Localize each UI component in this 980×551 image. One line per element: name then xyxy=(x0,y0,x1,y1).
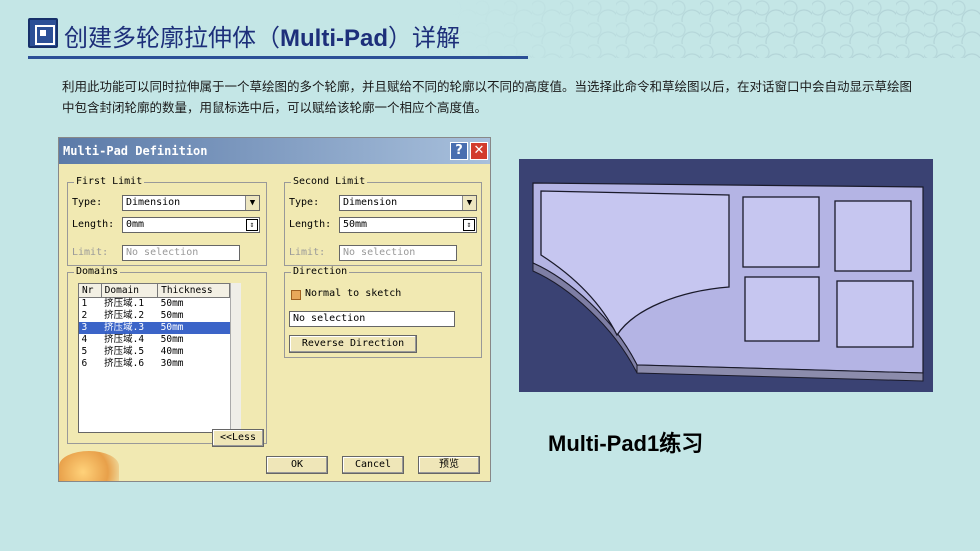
domain-domain-cell: 挤压域.6 xyxy=(104,358,145,369)
second-type-label: Type: xyxy=(289,197,320,208)
dialog-titlebar[interactable]: Multi-Pad Definition ? ✕ xyxy=(59,138,490,164)
spinner-icon[interactable]: ⇕ xyxy=(463,219,475,231)
title-underline xyxy=(28,56,528,59)
first-limit-field-label: Limit: xyxy=(72,247,109,258)
domain-domain-cell: 挤压域.2 xyxy=(104,310,145,321)
first-type-combo[interactable]: Dimension ▼ xyxy=(122,195,260,211)
slide-title: 创建多轮廓拉伸体（Multi-Pad）详解 xyxy=(64,24,460,52)
table-row[interactable]: 6 挤压域.6 30mm xyxy=(79,358,230,370)
first-limit-label: First Limit xyxy=(74,176,145,187)
normal-to-sketch-label: Normal to sketch xyxy=(305,288,402,299)
help-button[interactable]: ? xyxy=(450,142,468,160)
first-length-input[interactable]: 0mm ⇕ xyxy=(122,217,260,233)
table-row[interactable]: 1 挤压域.1 50mm xyxy=(79,298,230,311)
second-limit-group: Second Limit Type: Dimension ▼ Length: 5… xyxy=(284,176,482,266)
cancel-button[interactable]: Cancel xyxy=(342,456,404,474)
domain-nr-cell: 4 xyxy=(81,334,88,345)
slide-description: 利用此功能可以同时拉伸属于一个草绘图的多个轮廓，并且赋给不同的轮廓以不同的高度值… xyxy=(62,79,913,115)
second-limit-field-label: Limit: xyxy=(289,247,326,258)
domain-nr-cell: 1 xyxy=(81,298,88,309)
domain-nr-cell: 6 xyxy=(81,358,88,369)
preview-button[interactable]: 预览 xyxy=(418,456,480,474)
domain-domain-cell: 挤压域.1 xyxy=(104,298,145,309)
domain-thickness-cell: 50mm xyxy=(160,334,184,345)
second-limit-label: Second Limit xyxy=(291,176,368,187)
model-viewport[interactable] xyxy=(519,159,933,392)
domain-thickness-cell: 40mm xyxy=(160,346,184,357)
domain-domain-cell: 挤压域.4 xyxy=(104,334,145,345)
chevron-down-icon[interactable]: ▼ xyxy=(245,196,259,210)
domains-scrollbar[interactable] xyxy=(230,283,241,433)
first-limit-group: First Limit Type: Dimension ▼ Length: 0m… xyxy=(67,176,267,266)
column-domain[interactable]: Domain xyxy=(100,283,159,298)
pad-command-icon xyxy=(28,18,58,48)
close-button[interactable]: ✕ xyxy=(470,142,488,160)
dialog-title: Multi-Pad Definition xyxy=(63,144,208,158)
less-button[interactable]: <<Less xyxy=(212,429,264,447)
column-thickness[interactable]: Thickness xyxy=(157,283,230,298)
first-type-label: Type: xyxy=(72,197,103,208)
multi-pad-dialog: Multi-Pad Definition ? ✕ First Limit Typ… xyxy=(58,137,491,482)
domain-thickness-cell: 50mm xyxy=(157,322,230,334)
domains-label: Domains xyxy=(74,266,121,277)
ok-button[interactable]: OK xyxy=(266,456,328,474)
spinner-icon[interactable]: ⇕ xyxy=(246,219,258,231)
domain-domain-cell: 挤压域.3 xyxy=(101,322,158,334)
second-type-combo[interactable]: Dimension ▼ xyxy=(339,195,477,211)
normal-to-sketch-checkbox[interactable] xyxy=(291,290,301,300)
multi-pad-part-render xyxy=(532,182,924,382)
dialog-orb-decoration xyxy=(59,451,119,481)
domain-domain-cell: 挤压域.5 xyxy=(104,346,145,357)
column-nr[interactable]: Nr xyxy=(78,283,102,298)
domains-group: Domains Nr Domain Thickness 1 挤压域.1 50mm 2 挤… xyxy=(67,266,267,444)
domains-table: Nr Domain Thickness 1 挤压域.1 50mm 2 挤压域.2 50mm… xyxy=(78,283,230,370)
domain-nr-cell: 3 xyxy=(78,322,102,334)
exercise-caption: Multi-Pad1练习 xyxy=(548,431,704,456)
table-row[interactable]: 4 挤压域.4 50mm xyxy=(79,334,230,346)
reverse-direction-button[interactable]: Reverse Direction xyxy=(289,335,417,353)
table-row[interactable]: 5 挤压域.5 40mm xyxy=(79,346,230,358)
domain-thickness-cell: 50mm xyxy=(160,310,184,321)
direction-group: Direction Normal to sketch No selection … xyxy=(284,266,482,358)
second-length-label: Length: xyxy=(289,219,332,230)
direction-label: Direction xyxy=(291,266,350,277)
first-length-label: Length: xyxy=(72,219,115,230)
direction-selection[interactable]: No selection xyxy=(289,311,455,327)
table-row[interactable]: 3 挤压域.3 50mm xyxy=(78,322,230,334)
second-limit-selection[interactable]: No selection xyxy=(339,245,457,261)
first-limit-selection[interactable]: No selection xyxy=(122,245,240,261)
second-length-input[interactable]: 50mm ⇕ xyxy=(339,217,477,233)
table-row[interactable]: 2 挤压域.2 50mm xyxy=(79,310,230,322)
domain-nr-cell: 2 xyxy=(81,310,88,321)
domain-thickness-cell: 30mm xyxy=(160,358,184,369)
domain-thickness-cell: 50mm xyxy=(160,298,184,309)
chevron-down-icon[interactable]: ▼ xyxy=(462,196,476,210)
domain-nr-cell: 5 xyxy=(81,346,88,357)
